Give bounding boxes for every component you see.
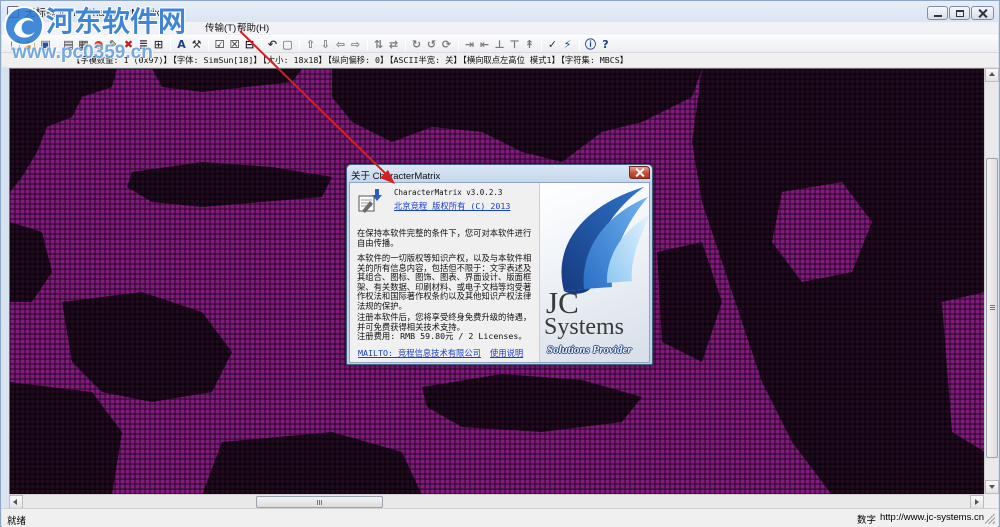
- registration-benefits: 注册本软件后，您将享受终身免费升级的待遇，并可免费获得相关技术支持。: [357, 312, 532, 332]
- align-top-icon[interactable]: ⊤: [507, 37, 522, 52]
- quick-icon[interactable]: ⚡: [560, 37, 575, 52]
- minimize-button[interactable]: [927, 6, 948, 20]
- toolbar-separator: [208, 37, 209, 51]
- product-version: CharacterMatrix v3.0.2.3: [394, 188, 503, 197]
- info-size: 【大小: 18x18】: [262, 55, 327, 65]
- menu-transfer[interactable]: 传输(T): [205, 22, 236, 35]
- scroll-right-button[interactable]: [970, 495, 984, 509]
- select-all-icon[interactable]: ☑: [212, 37, 227, 52]
- about-dialog-titlebar[interactable]: 关于 CharacterMatrix: [347, 165, 652, 182]
- frame-icon[interactable]: ▢: [280, 37, 295, 52]
- about-dialog-body: CharacterMatrix v3.0.2.3 北京竞程 版权所有 (C) 2…: [349, 182, 650, 363]
- status-text: 就绪: [7, 516, 27, 527]
- about-dialog: 关于 CharacterMatrix CharacterMatrix v3.0.…: [346, 164, 653, 365]
- font-icon[interactable]: A: [174, 37, 189, 52]
- notepad-pen-icon: [358, 189, 382, 213]
- info-scan-mode: 【横向取点左高位 模式1】: [462, 55, 560, 65]
- toolbar-separator: [367, 37, 368, 51]
- horizontal-scroll-thumb[interactable]: [256, 496, 383, 508]
- about-dialog-title: 关于 CharacterMatrix: [351, 171, 441, 182]
- close-icon: [978, 9, 987, 18]
- shift-down-icon[interactable]: ⇩: [318, 37, 333, 52]
- scroll-left-button[interactable]: [9, 495, 23, 509]
- toolbar-separator: [170, 37, 171, 51]
- status-bar: 就绪 数字 http://www.jc-systems.cn: [2, 508, 998, 527]
- window-close-button[interactable]: [971, 6, 994, 20]
- logo-text-systems: Systems: [544, 314, 625, 340]
- shift-right-icon[interactable]: ⇨: [348, 37, 363, 52]
- about-close-button[interactable]: [629, 166, 650, 179]
- close-icon: [635, 168, 644, 177]
- align-center-icon[interactable]: ↟: [522, 37, 537, 52]
- help-icon[interactable]: ?: [598, 37, 613, 52]
- mailto-link[interactable]: MAILTO: 竞程信息技术有限公司: [358, 348, 481, 359]
- website-url: http://www.jc-systems.cn: [880, 512, 984, 523]
- info-charset: 【字符集: MBCS】: [560, 55, 629, 65]
- distribution-notice: 在保持本软件完整的条件下，您可对本软件进行自由传播。: [357, 228, 532, 248]
- copyright-notice: 本软件的一切版权等知识产权，以及与本软件相关的所有信息内容，包括但不限于：文字表…: [357, 253, 532, 311]
- grip-icon: [316, 500, 323, 505]
- vertical-scrollbar[interactable]: [984, 68, 999, 494]
- toolbar-separator: [458, 37, 459, 51]
- align-bottom-icon[interactable]: ⊥: [492, 37, 507, 52]
- undo-icon[interactable]: ↶: [265, 37, 280, 52]
- scroll-down-button[interactable]: [985, 480, 999, 494]
- info-vertical-offset: 【纵向偏移: 0】: [327, 55, 389, 65]
- check-icon[interactable]: ✓: [545, 37, 560, 52]
- minimize-icon: [934, 15, 942, 17]
- toolbar-separator: [579, 37, 580, 51]
- rotate-ccw-icon[interactable]: ↺: [424, 37, 439, 52]
- info-font: 【字体: SimSun[18]】: [172, 55, 262, 65]
- jc-systems-logo: JC Systems Solutions Provider: [539, 183, 649, 362]
- maximize-button[interactable]: [949, 6, 970, 20]
- toolbar-separator: [541, 37, 542, 51]
- rotate-180-icon[interactable]: ⟳: [439, 37, 454, 52]
- shift-left-icon[interactable]: ⇦: [333, 37, 348, 52]
- grid-icon[interactable]: ⊞: [151, 37, 166, 52]
- align-right-icon[interactable]: ⇥: [462, 37, 477, 52]
- scroll-up-button[interactable]: [985, 68, 999, 82]
- scrollbar-corner: [984, 494, 998, 508]
- rotate-cw-icon[interactable]: ↻: [409, 37, 424, 52]
- logo-tagline: Solutions Provider: [547, 344, 632, 356]
- invert-select-icon[interactable]: ☒: [227, 37, 242, 52]
- menu-help[interactable]: 帮助(H): [237, 22, 269, 35]
- maximize-icon: [956, 10, 964, 17]
- help-link[interactable]: 使用说明: [490, 348, 523, 359]
- resize-grip-icon[interactable]: [985, 514, 995, 524]
- watermark-site-name: 河东软件网: [46, 5, 187, 38]
- info-ascii-half-width: 【ASCII半宽: 关】: [389, 55, 462, 65]
- grip-icon: [990, 305, 995, 311]
- toolbar-separator: [405, 37, 406, 51]
- leaf-logo-icon: [561, 187, 649, 294]
- info-icon[interactable]: ⓘ: [583, 37, 598, 52]
- tools-icon[interactable]: ⚒: [189, 37, 204, 52]
- toolbar-separator: [261, 37, 262, 51]
- clear-icon[interactable]: ⊟: [242, 37, 257, 52]
- registration-fee: 注册费用: RMB 59.80元 / 2 Licenses。: [357, 331, 527, 342]
- align-left-icon[interactable]: ⇤: [477, 37, 492, 52]
- copyright-link[interactable]: 北京竞程 版权所有 (C) 2013: [394, 201, 510, 212]
- watermark-url: www.pc0359.cn: [12, 42, 153, 63]
- flip-vertical-icon[interactable]: ⇅: [371, 37, 386, 52]
- horizontal-scrollbar[interactable]: [9, 494, 984, 509]
- toolbar-separator: [299, 37, 300, 51]
- vertical-scroll-thumb[interactable]: [986, 158, 998, 458]
- num-lock-indicator: 数字: [857, 515, 877, 526]
- flip-horizontal-icon[interactable]: ⇄: [386, 37, 401, 52]
- shift-up-icon[interactable]: ⇧: [303, 37, 318, 52]
- registration-notice: 注册本软件后，您将享受终身免费升级的待遇，并可免费获得相关技术支持。 注册费用: …: [357, 312, 533, 342]
